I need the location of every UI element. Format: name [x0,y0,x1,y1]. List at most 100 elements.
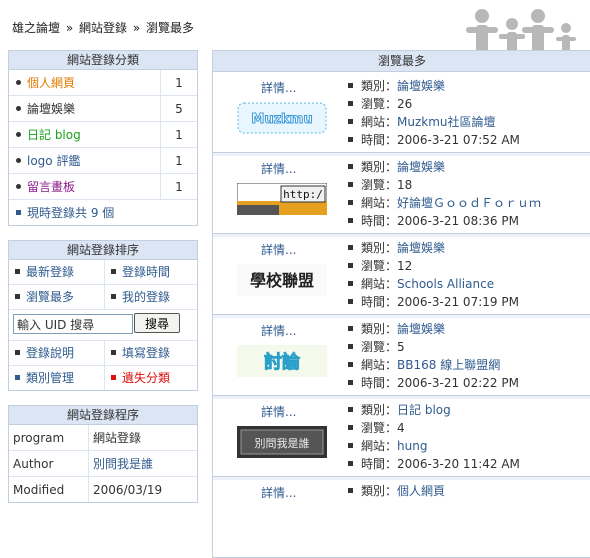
bullet-icon [16,106,21,111]
square-bullet-icon [16,210,21,215]
category-row[interactable]: 留言畫板 1 [9,173,197,200]
category-count: 1 [160,147,197,174]
lost-category-link[interactable]: 遺失分類 [122,371,170,385]
category-link[interactable]: logo 評鑑 [27,154,80,168]
category-total: 現時登錄共 9 個 [27,206,115,220]
breadcrumb-site-login[interactable]: 網站登錄 [79,21,127,35]
square-bullet-icon [15,350,20,355]
login-time: 2006-3-21 02:22 PM [397,376,519,390]
uid-search-input[interactable] [13,314,133,334]
info-key: Author [9,450,89,477]
info-value: 2006/03/19 [93,482,163,497]
logo-text: 別問我是誰 [255,436,310,450]
detail-link[interactable]: 詳情... [261,403,296,420]
category-link[interactable]: 論壇娛樂 [397,160,445,174]
sort-panel: 網站登錄排序 最新登錄 登錄時間 瀏覽最多 我的登錄 搜尋 登錄說明 填寫登錄 … [8,240,198,391]
square-bullet-icon [111,375,116,380]
detail-link[interactable]: 詳情... [261,160,296,177]
help-links-grid: 登錄說明 填寫登錄 類別管理 遺失分類 [9,341,197,390]
breadcrumb-home[interactable]: 雄之論壇 [12,21,60,35]
square-bullet-icon [15,269,20,274]
category-link[interactable]: 日記 blog [397,403,451,417]
sort-links-grid: 最新登錄 登錄時間 瀏覽最多 我的登錄 [9,260,197,310]
info-key: Modified [9,476,89,502]
breadcrumb-separator: » [132,21,141,35]
list-item: 詳情... 學校聯盟 類別：論壇娛樂 瀏覽：12 網站：Schools Alli… [213,234,590,315]
login-time: 2006-3-21 07:19 PM [397,295,519,309]
square-bullet-icon [15,375,20,380]
site-logo[interactable]: 學校聯盟 [237,264,327,296]
list-item: 詳情... 討論 類別：論壇娛樂 瀏覽：5 網站：BB168 線上聯盟網 時間：… [213,315,590,396]
info-key: program [9,425,89,451]
category-link[interactable]: 論壇娛樂 [27,102,75,116]
breadcrumb-separator: » [65,21,74,35]
search-button[interactable]: 搜尋 [134,313,180,333]
site-link[interactable]: 好論壇ＧｏｏｄＦｏｒｕｍ [397,196,541,210]
category-link[interactable]: 日記 blog [27,128,81,142]
list-item: 詳情... 別問我是誰 類別：日記 blog 瀏覽：4 網站：hung 時間：2… [213,396,590,477]
square-bullet-icon [111,294,116,299]
sort-most-viewed-link[interactable]: 瀏覽最多 [26,290,74,304]
category-manage-link[interactable]: 類別管理 [26,371,74,385]
fill-login-link[interactable]: 填寫登錄 [122,346,170,360]
site-logo[interactable]: http:/ [236,182,328,216]
logo-text: http:/ [283,188,323,201]
breadcrumb: 雄之論壇 » 網站登錄 » 瀏覽最多 [0,0,590,40]
my-logins-link[interactable]: 我的登錄 [122,290,170,304]
view-count: 12 [397,259,413,273]
detail-link[interactable]: 詳情... [261,322,296,339]
logo-text: Muzkmu [251,112,312,127]
category-link[interactable]: 個人網頁 [397,484,445,498]
site-link[interactable]: hung [397,439,427,453]
login-help-link[interactable]: 登錄說明 [26,346,74,360]
categories-panel-title: 網站登錄分類 [9,51,197,70]
category-link[interactable]: 留言畫板 [27,180,75,194]
detail-link[interactable]: 詳情... [261,241,296,258]
view-count: 18 [397,178,413,192]
category-link[interactable]: 論壇娛樂 [397,241,445,255]
bullet-icon [16,184,21,189]
program-info-table: program 網站登錄 Author 別問我是誰 Modified 2006/… [9,425,197,502]
left-sidebar: 網站登錄分類 個人網頁 1 論壇娛樂 5 日記 blog 1 logo 評鑑 1… [8,50,198,517]
most-viewed-list: 瀏覽最多 詳情... Muzkmu 類別：論壇娛樂 瀏覽：26 網站：Muzkm… [212,50,590,558]
breadcrumb-current: 瀏覽最多 [146,21,195,35]
category-link[interactable]: 個人網頁 [27,76,75,90]
site-logo[interactable]: 別問我是誰 [237,426,327,458]
site-logo[interactable]: 討論 [237,345,327,377]
category-link[interactable]: 論壇娛樂 [397,322,445,336]
list-panel-title: 瀏覽最多 [213,51,590,72]
login-time: 2006-3-21 07:52 AM [397,133,520,147]
view-count: 4 [397,421,405,435]
list-item: 詳情... Muzkmu 類別：論壇娛樂 瀏覽：26 網站：Muzkmu社區論壇… [213,72,590,153]
login-time: 2006-3-20 11:42 AM [397,457,520,471]
program-panel-title: 網站登錄程序 [9,406,197,425]
author-link[interactable]: 別問我是誰 [88,450,197,477]
list-item: 詳情... http:/ 類別：論壇娛樂 瀏覽：18 網站：好論壇ＧｏｏｄＦｏｒ… [213,153,590,234]
category-total-row: 現時登錄共 9 個 [9,200,197,226]
square-bullet-icon [15,294,20,299]
uid-search-row: 搜尋 [9,310,197,341]
category-row[interactable]: logo 評鑑 1 [9,147,197,174]
category-row[interactable]: 個人網頁 1 [9,70,197,96]
category-count: 1 [160,173,197,200]
category-link[interactable]: 論壇娛樂 [397,79,445,93]
info-value: 網站登錄 [88,425,197,451]
login-time: 2006-3-21 08:36 PM [397,214,519,228]
category-count: 1 [160,121,197,148]
sort-latest-link[interactable]: 最新登錄 [26,265,74,279]
category-count: 1 [160,70,197,96]
detail-link[interactable]: 詳情... [261,79,296,96]
category-row[interactable]: 論壇娛樂 5 [9,95,197,122]
logo-text: 討論 [264,351,301,373]
category-row[interactable]: 日記 blog 1 [9,121,197,148]
sort-panel-title: 網站登錄排序 [9,241,197,260]
bullet-icon [16,132,21,137]
categories-table: 個人網頁 1 論壇娛樂 5 日記 blog 1 logo 評鑑 1 留言畫板 1… [9,70,197,225]
site-logo[interactable]: Muzkmu [237,102,327,134]
site-link[interactable]: Muzkmu社區論壇 [397,115,496,129]
detail-link[interactable]: 詳情... [261,484,296,501]
site-link[interactable]: Schools Alliance [397,277,494,291]
list-item: 詳情... 類別：個人網頁 [213,477,590,558]
site-link[interactable]: BB168 線上聯盟網 [397,358,500,372]
sort-time-link[interactable]: 登錄時間 [122,265,170,279]
